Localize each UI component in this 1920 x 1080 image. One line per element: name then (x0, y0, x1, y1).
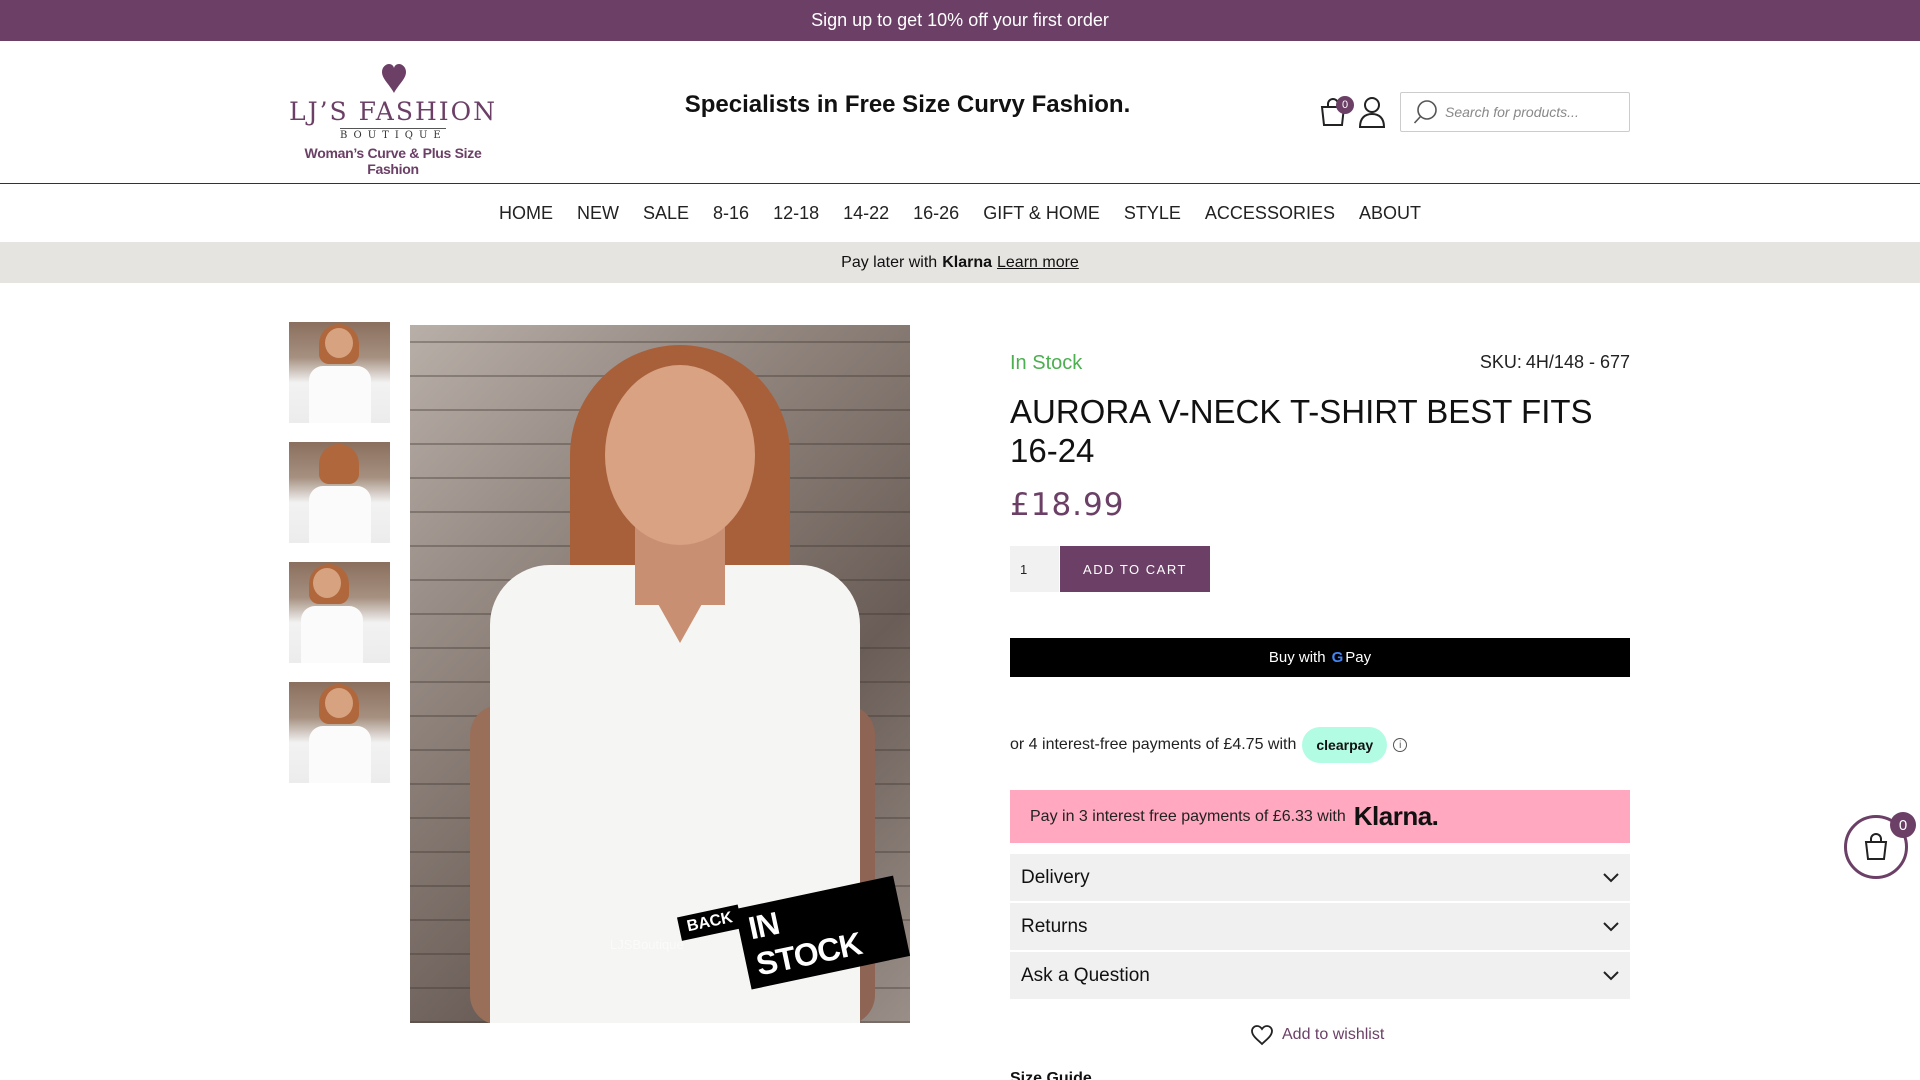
add-to-wishlist[interactable]: Add to wishlist (1250, 1020, 1384, 1050)
cart-count-badge[interactable]: 0 (1336, 96, 1354, 114)
product-thumbnail-4[interactable] (289, 682, 390, 783)
sku: SKU: 4H/148 - 677 (1400, 352, 1630, 373)
header-tagline: Specialists in Free Size Curvy Fashion. (684, 91, 1131, 118)
klarna-banner-text: Pay later with (841, 253, 938, 271)
accordion-returns[interactable]: Returns (1010, 903, 1630, 950)
gpay-prefix: Buy with (1268, 649, 1326, 666)
sku-label: SKU: (1479, 352, 1522, 372)
product-thumbnail-2[interactable] (289, 442, 390, 543)
bag-icon (1864, 833, 1888, 860)
nav-item-12-18[interactable]: 12-18 (761, 203, 831, 224)
nav-item-8-16[interactable]: 8-16 (701, 203, 761, 224)
klarna-logo: Klarna. (1353, 801, 1439, 831)
logo-name: LJ’S FASHION (288, 97, 498, 126)
chevron-down-icon (1603, 970, 1619, 980)
main-product-image[interactable]: BACK IN STOCK LJSBoutique (410, 325, 910, 1023)
clearpay-message: or 4 interest-free payments of £4.75 wit… (1010, 727, 1408, 763)
google-g-icon: G (1331, 649, 1344, 666)
product-thumbnail-1[interactable] (289, 322, 390, 423)
quantity-input[interactable] (1010, 546, 1059, 592)
accordion-returns-label: Returns (1021, 915, 1088, 937)
nav-item-14-22[interactable]: 14-22 (831, 203, 901, 224)
logo-tagline: Woman’s Curve & Plus Size Fashion (304, 145, 482, 177)
header: LJ’S FASHION BOUTIQUE Woman’s Curve & Pl… (0, 41, 1920, 184)
floating-cart-count[interactable]: 0 (1890, 812, 1916, 838)
info-icon[interactable]: i (1393, 738, 1408, 752)
accordion-question-label: Ask a Question (1021, 964, 1150, 986)
klarna-banner-logo: Klarna (942, 253, 992, 271)
klarna-banner: Pay later with Klarna Learn more (0, 242, 1920, 283)
chevron-down-icon (1603, 872, 1619, 882)
product-title: AURORA V-NECK T-SHIRT BEST FITS 16-24 (1010, 393, 1593, 469)
nav-item-new[interactable]: NEW (565, 203, 631, 224)
promo-bar[interactable]: Sign up to get 10% off your first order (0, 0, 1920, 41)
gpay-pay-text: Pay (1345, 649, 1372, 666)
google-pay-button[interactable]: Buy with G Pay (1010, 638, 1630, 677)
promo-text[interactable]: Sign up to get 10% off your first order (811, 10, 1109, 31)
nav-item-home[interactable]: HOME (487, 203, 565, 224)
logo-subtitle: BOUTIQUE (340, 128, 447, 141)
clearpay-text: or 4 interest-free payments of £4.75 wit… (1010, 736, 1297, 753)
stock-status: In Stock (1010, 352, 1083, 374)
nav-item-about[interactable]: ABOUT (1347, 203, 1433, 224)
clearpay-badge[interactable]: clearpay (1302, 727, 1388, 763)
klarna-box-text: Pay in 3 interest free payments of £6.33… (1030, 807, 1346, 825)
wishlist-label[interactable]: Add to wishlist (1282, 1026, 1384, 1044)
image-watermark: LJSBoutique (610, 937, 684, 952)
product-thumbnail-3[interactable] (289, 562, 390, 663)
site-logo[interactable]: LJ’S FASHION BOUTIQUE Woman’s Curve & Pl… (288, 63, 498, 177)
search-icon[interactable] (1413, 99, 1439, 125)
main-nav: HOME NEW SALE 8-16 12-18 14-22 16-26 GIF… (0, 184, 1920, 242)
accordion-ask-question[interactable]: Ask a Question (1010, 952, 1630, 999)
klarna-learn-more-link[interactable]: Learn more (997, 254, 1079, 272)
nav-item-gift-home[interactable]: GIFT & HOME (971, 203, 1112, 224)
heart-logo-icon (382, 64, 406, 93)
chevron-down-icon (1603, 921, 1619, 931)
nav-item-accessories[interactable]: ACCESSORIES (1193, 203, 1347, 224)
klarna-payment-box: Pay in 3 interest free payments of £6.33… (1010, 790, 1630, 843)
nav-item-style[interactable]: STYLE (1112, 203, 1193, 224)
size-guide-heading[interactable]: Size Guide (1010, 1070, 1130, 1080)
heart-icon (1251, 1025, 1273, 1046)
nav-item-16-26[interactable]: 16-26 (901, 203, 971, 224)
accordion-delivery[interactable]: Delivery (1010, 854, 1630, 901)
accordion-delivery-label: Delivery (1021, 866, 1090, 888)
product-price: £18.99 (1010, 487, 1125, 523)
sticker-back-text: BACK (676, 904, 743, 941)
account-icon[interactable] (1358, 96, 1386, 128)
add-to-cart-button[interactable]: ADD TO CART (1060, 546, 1210, 592)
search-input[interactable] (1445, 104, 1615, 120)
nav-item-sale[interactable]: SALE (631, 203, 701, 224)
sku-value: 4H/148 - 677 (1525, 352, 1630, 372)
search-box[interactable] (1400, 92, 1630, 132)
